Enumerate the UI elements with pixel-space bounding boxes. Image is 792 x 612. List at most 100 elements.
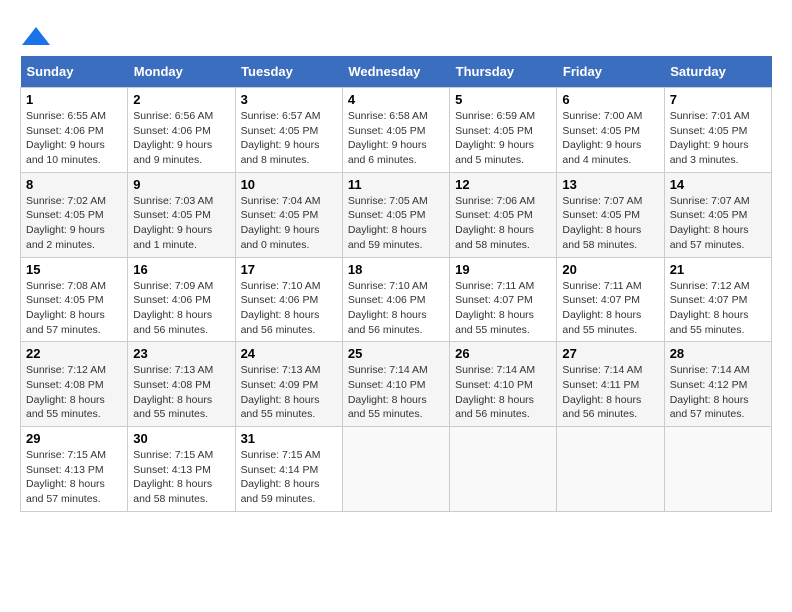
- day-cell: 6 Sunrise: 7:00 AMSunset: 4:05 PMDaylight…: [557, 88, 664, 173]
- day-number: 29: [26, 431, 122, 446]
- day-number: 31: [241, 431, 337, 446]
- day-cell: 5 Sunrise: 6:59 AMSunset: 4:05 PMDaylight…: [450, 88, 557, 173]
- day-number: 5: [455, 92, 551, 107]
- day-cell: 21 Sunrise: 7:12 AMSunset: 4:07 PMDayligh…: [664, 257, 771, 342]
- day-info: Sunrise: 7:14 AMSunset: 4:10 PMDaylight:…: [348, 364, 428, 420]
- day-cell: 14Sunrise: 7:07 AMSunset: 4:05 PMDayligh…: [664, 172, 771, 257]
- day-number: 11: [348, 177, 444, 192]
- day-info: Sunrise: 6:56 AMSunset: 4:06 PMDaylight:…: [133, 110, 213, 166]
- day-number: 9: [133, 177, 229, 192]
- day-info: Sunrise: 7:03 AMSunset: 4:05 PMDaylight:…: [133, 195, 213, 251]
- day-cell: [664, 427, 771, 512]
- day-number: 7: [670, 92, 766, 107]
- week-row-1: 1 Sunrise: 6:55 AMSunset: 4:06 PMDaylight…: [21, 88, 772, 173]
- day-info: Sunrise: 7:00 AMSunset: 4:05 PMDaylight:…: [562, 110, 642, 166]
- day-header-sunday: Sunday: [21, 56, 128, 88]
- day-info: Sunrise: 7:13 AMSunset: 4:08 PMDaylight:…: [133, 364, 213, 420]
- day-cell: 27 Sunrise: 7:14 AMSunset: 4:11 PMDayligh…: [557, 342, 664, 427]
- logo: [20, 20, 50, 46]
- day-number: 13: [562, 177, 658, 192]
- day-cell: 26Sunrise: 7:14 AMSunset: 4:10 PMDayligh…: [450, 342, 557, 427]
- day-cell: 22 Sunrise: 7:12 AMSunset: 4:08 PMDayligh…: [21, 342, 128, 427]
- day-info: Sunrise: 7:08 AMSunset: 4:05 PMDaylight:…: [26, 280, 106, 336]
- day-info: Sunrise: 7:06 AMSunset: 4:05 PMDaylight:…: [455, 195, 535, 251]
- day-cell: 15 Sunrise: 7:08 AMSunset: 4:05 PMDayligh…: [21, 257, 128, 342]
- day-info: Sunrise: 7:01 AMSunset: 4:05 PMDaylight:…: [670, 110, 750, 166]
- day-number: 21: [670, 262, 766, 277]
- day-cell: 11 Sunrise: 7:05 AMSunset: 4:05 PMDayligh…: [342, 172, 449, 257]
- day-info: Sunrise: 7:04 AMSunset: 4:05 PMDaylight:…: [241, 195, 321, 251]
- day-number: 1: [26, 92, 122, 107]
- day-number: 30: [133, 431, 229, 446]
- day-number: 10: [241, 177, 337, 192]
- day-info: Sunrise: 7:07 AMSunset: 4:05 PMDaylight:…: [562, 195, 642, 251]
- day-number: 18: [348, 262, 444, 277]
- day-info: Sunrise: 7:14 AMSunset: 4:12 PMDaylight:…: [670, 364, 750, 420]
- week-row-2: 8 Sunrise: 7:02 AMSunset: 4:05 PMDaylight…: [21, 172, 772, 257]
- day-header-saturday: Saturday: [664, 56, 771, 88]
- day-info: Sunrise: 7:13 AMSunset: 4:09 PMDaylight:…: [241, 364, 321, 420]
- day-number: 16: [133, 262, 229, 277]
- day-number: 26: [455, 346, 551, 361]
- day-number: 4: [348, 92, 444, 107]
- day-info: Sunrise: 7:15 AMSunset: 4:14 PMDaylight:…: [241, 449, 321, 505]
- day-number: 28: [670, 346, 766, 361]
- day-info: Sunrise: 6:59 AMSunset: 4:05 PMDaylight:…: [455, 110, 535, 166]
- day-cell: 18 Sunrise: 7:10 AMSunset: 4:06 PMDayligh…: [342, 257, 449, 342]
- day-info: Sunrise: 7:02 AMSunset: 4:05 PMDaylight:…: [26, 195, 106, 251]
- day-info: Sunrise: 7:11 AMSunset: 4:07 PMDaylight:…: [455, 280, 534, 336]
- day-cell: 3Sunrise: 6:57 AMSunset: 4:05 PMDaylight…: [235, 88, 342, 173]
- day-number: 25: [348, 346, 444, 361]
- day-cell: 19Sunrise: 7:11 AMSunset: 4:07 PMDayligh…: [450, 257, 557, 342]
- day-cell: 10 Sunrise: 7:04 AMSunset: 4:05 PMDayligh…: [235, 172, 342, 257]
- day-cell: 28 Sunrise: 7:14 AMSunset: 4:12 PMDayligh…: [664, 342, 771, 427]
- day-info: Sunrise: 7:07 AMSunset: 4:05 PMDaylight:…: [670, 195, 750, 251]
- day-number: 15: [26, 262, 122, 277]
- header-row: SundayMondayTuesdayWednesdayThursdayFrid…: [21, 56, 772, 88]
- day-info: Sunrise: 7:12 AMSunset: 4:08 PMDaylight:…: [26, 364, 106, 420]
- day-info: Sunrise: 7:10 AMSunset: 4:06 PMDaylight:…: [348, 280, 428, 336]
- day-number: 12: [455, 177, 551, 192]
- logo-icon: [22, 27, 50, 45]
- day-cell: 4Sunrise: 6:58 AMSunset: 4:05 PMDaylight…: [342, 88, 449, 173]
- calendar-table: SundayMondayTuesdayWednesdayThursdayFrid…: [20, 56, 772, 512]
- day-cell: 31 Sunrise: 7:15 AMSunset: 4:14 PMDayligh…: [235, 427, 342, 512]
- day-number: 22: [26, 346, 122, 361]
- day-number: 6: [562, 92, 658, 107]
- day-header-friday: Friday: [557, 56, 664, 88]
- day-cell: 20Sunrise: 7:11 AMSunset: 4:07 PMDayligh…: [557, 257, 664, 342]
- day-info: Sunrise: 7:15 AMSunset: 4:13 PMDaylight:…: [133, 449, 213, 505]
- day-info: Sunrise: 6:55 AMSunset: 4:06 PMDaylight:…: [26, 110, 106, 166]
- day-cell: 8 Sunrise: 7:02 AMSunset: 4:05 PMDaylight…: [21, 172, 128, 257]
- day-cell: 17 Sunrise: 7:10 AMSunset: 4:06 PMDayligh…: [235, 257, 342, 342]
- day-cell: [557, 427, 664, 512]
- day-cell: 13 Sunrise: 7:07 AMSunset: 4:05 PMDayligh…: [557, 172, 664, 257]
- day-cell: [342, 427, 449, 512]
- day-cell: 9 Sunrise: 7:03 AMSunset: 4:05 PMDaylight…: [128, 172, 235, 257]
- day-header-wednesday: Wednesday: [342, 56, 449, 88]
- header: [20, 20, 772, 46]
- day-info: Sunrise: 7:05 AMSunset: 4:05 PMDaylight:…: [348, 195, 428, 251]
- day-cell: 25 Sunrise: 7:14 AMSunset: 4:10 PMDayligh…: [342, 342, 449, 427]
- day-info: Sunrise: 7:15 AMSunset: 4:13 PMDaylight:…: [26, 449, 106, 505]
- day-info: Sunrise: 7:14 AMSunset: 4:11 PMDaylight:…: [562, 364, 642, 420]
- day-info: Sunrise: 7:10 AMSunset: 4:06 PMDaylight:…: [241, 280, 321, 336]
- day-header-monday: Monday: [128, 56, 235, 88]
- day-cell: 12 Sunrise: 7:06 AMSunset: 4:05 PMDayligh…: [450, 172, 557, 257]
- day-cell: [450, 427, 557, 512]
- day-number: 17: [241, 262, 337, 277]
- day-number: 27: [562, 346, 658, 361]
- day-number: 2: [133, 92, 229, 107]
- day-cell: 23Sunrise: 7:13 AMSunset: 4:08 PMDayligh…: [128, 342, 235, 427]
- day-cell: 2 Sunrise: 6:56 AMSunset: 4:06 PMDaylight…: [128, 88, 235, 173]
- day-cell: 16 Sunrise: 7:09 AMSunset: 4:06 PMDayligh…: [128, 257, 235, 342]
- day-number: 24: [241, 346, 337, 361]
- day-cell: 30 Sunrise: 7:15 AMSunset: 4:13 PMDayligh…: [128, 427, 235, 512]
- day-info: Sunrise: 7:12 AMSunset: 4:07 PMDaylight:…: [670, 280, 750, 336]
- day-info: Sunrise: 7:11 AMSunset: 4:07 PMDaylight:…: [562, 280, 641, 336]
- day-info: Sunrise: 6:57 AMSunset: 4:05 PMDaylight:…: [241, 110, 321, 166]
- week-row-3: 15 Sunrise: 7:08 AMSunset: 4:05 PMDayligh…: [21, 257, 772, 342]
- day-cell: 24 Sunrise: 7:13 AMSunset: 4:09 PMDayligh…: [235, 342, 342, 427]
- day-number: 8: [26, 177, 122, 192]
- day-info: Sunrise: 7:09 AMSunset: 4:06 PMDaylight:…: [133, 280, 213, 336]
